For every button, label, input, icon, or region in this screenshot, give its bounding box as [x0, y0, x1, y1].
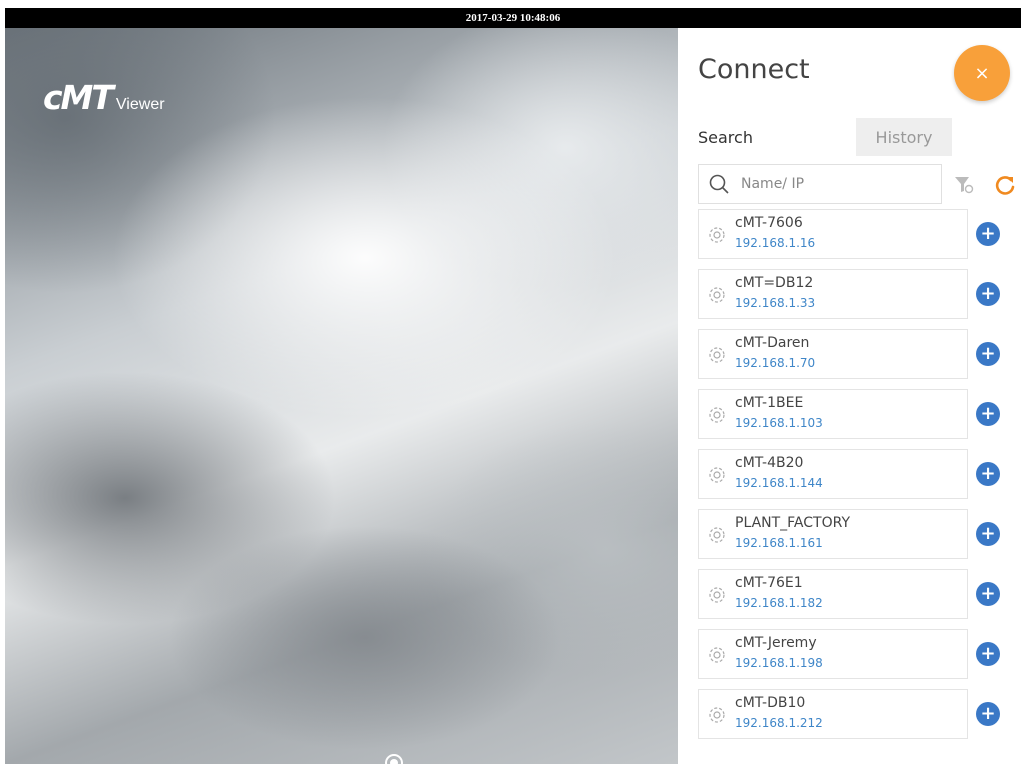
list-item: cMT-Jeremy 192.168.1.198 + [698, 629, 1018, 679]
list-item: cMT-4B20 192.168.1.144 + [698, 449, 1018, 499]
gear-icon [709, 227, 725, 243]
status-bar: 2017-03-29 10:48:06 [5, 8, 1021, 28]
list-item: cMT-DB10 192.168.1.212 + [698, 689, 1018, 739]
list-item: cMT=DB12 192.168.1.33 + [698, 269, 1018, 319]
filter-icon[interactable] [954, 175, 974, 195]
connect-panel: Connect × Search History cMT-7606 [678, 28, 1025, 764]
gear-icon [709, 647, 725, 663]
home-button-icon[interactable] [385, 754, 403, 772]
device-card[interactable]: cMT-4B20 192.168.1.144 [698, 449, 968, 499]
add-device-button[interactable]: + [976, 402, 1000, 426]
device-list: cMT-7606 192.168.1.16 + cMT=DB12 192.168… [698, 209, 1018, 749]
device-name: cMT-76E1 [735, 575, 803, 591]
search-row [698, 164, 1018, 204]
app-logo: cMT Viewer [43, 78, 165, 117]
device-card[interactable]: cMT-76E1 192.168.1.182 [698, 569, 968, 619]
device-ip: 192.168.1.103 [735, 416, 823, 430]
add-device-button[interactable]: + [976, 462, 1000, 486]
add-device-button[interactable]: + [976, 282, 1000, 306]
device-ip: 192.168.1.198 [735, 656, 823, 670]
list-item: cMT-Daren 192.168.1.70 + [698, 329, 1018, 379]
device-card[interactable]: cMT-7606 192.168.1.16 [698, 209, 968, 259]
device-card[interactable]: cMT-Daren 192.168.1.70 [698, 329, 968, 379]
device-ip: 192.168.1.212 [735, 716, 823, 730]
add-device-button[interactable]: + [976, 582, 1000, 606]
device-name: cMT-7606 [735, 215, 803, 231]
page-title: Connect [698, 54, 810, 85]
device-ip: 192.168.1.182 [735, 596, 823, 610]
gear-icon [709, 587, 725, 603]
device-name: PLANT_FACTORY [735, 515, 850, 531]
logo-main: cMT [43, 78, 114, 117]
gear-icon [709, 287, 725, 303]
device-card[interactable]: PLANT_FACTORY 192.168.1.161 [698, 509, 968, 559]
refresh-icon[interactable] [994, 174, 1016, 196]
background-image: cMT Viewer [5, 28, 678, 772]
list-item: PLANT_FACTORY 192.168.1.161 + [698, 509, 1018, 559]
device-ip: 192.168.1.161 [735, 536, 823, 550]
device-name: cMT-1BEE [735, 395, 804, 411]
search-box[interactable] [698, 164, 942, 204]
search-input[interactable] [739, 175, 923, 193]
list-item: cMT-7606 192.168.1.16 + [698, 209, 1018, 259]
device-ip: 192.168.1.33 [735, 296, 816, 310]
logo-sub: Viewer [115, 96, 165, 113]
gear-icon [709, 347, 725, 363]
device-name: cMT=DB12 [735, 275, 814, 291]
panel-header: Connect × [678, 28, 1025, 116]
list-item: cMT-76E1 192.168.1.182 + [698, 569, 1018, 619]
gear-icon [709, 467, 725, 483]
device-name: cMT-4B20 [735, 455, 804, 471]
device-card[interactable]: cMT-Jeremy 192.168.1.198 [698, 629, 968, 679]
add-device-button[interactable]: + [976, 702, 1000, 726]
close-button[interactable]: × [954, 45, 1010, 101]
device-card[interactable]: cMT-1BEE 192.168.1.103 [698, 389, 968, 439]
gear-icon [709, 407, 725, 423]
list-item: cMT-1BEE 192.168.1.103 + [698, 389, 1018, 439]
gear-icon [709, 707, 725, 723]
tab-history[interactable]: History [856, 118, 952, 156]
add-device-button[interactable]: + [976, 522, 1000, 546]
device-card[interactable]: cMT-DB10 192.168.1.212 [698, 689, 968, 739]
add-device-button[interactable]: + [976, 642, 1000, 666]
device-name: cMT-Daren [735, 335, 810, 351]
tab-bar: Search History [678, 118, 1025, 156]
tab-search[interactable]: Search [678, 118, 856, 156]
add-device-button[interactable]: + [976, 342, 1000, 366]
search-icon [709, 174, 729, 194]
device-ip: 192.168.1.70 [735, 356, 816, 370]
timestamp: 2017-03-29 10:48:06 [465, 12, 561, 24]
gear-icon [709, 527, 725, 543]
device-name: cMT-Jeremy [735, 635, 817, 651]
add-device-button[interactable]: + [976, 222, 1000, 246]
device-ip: 192.168.1.144 [735, 476, 823, 490]
device-card[interactable]: cMT=DB12 192.168.1.33 [698, 269, 968, 319]
device-ip: 192.168.1.16 [735, 236, 816, 250]
device-name: cMT-DB10 [735, 695, 806, 711]
